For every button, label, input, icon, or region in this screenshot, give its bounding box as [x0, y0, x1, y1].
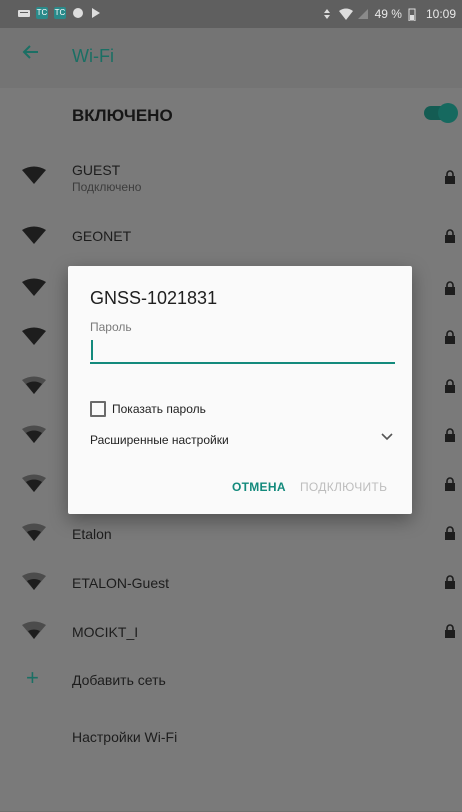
- page-title: Wi-Fi: [72, 46, 114, 66]
- battery-icon: [408, 8, 420, 22]
- data-arrows-icon: [321, 8, 333, 20]
- lock-icon: [445, 526, 455, 540]
- add-network-row[interactable]: + Добавить сеть: [0, 656, 462, 705]
- wifi-signal-icon: [338, 8, 353, 20]
- wifi-strength-icon: [22, 425, 46, 443]
- wifi-toggle-switch[interactable]: [424, 103, 458, 123]
- network-row[interactable]: GEONET: [0, 210, 462, 264]
- connect-button[interactable]: ПОДКЛЮЧИТЬ: [300, 480, 387, 494]
- show-password-checkbox[interactable]: [90, 401, 106, 417]
- network-ssid: MOCIKT_I: [72, 624, 139, 640]
- wifi-master-toggle-row[interactable]: ВКЛЮЧЕНО: [0, 88, 462, 144]
- status-bar: TC TC 49 % 10:09: [0, 0, 462, 28]
- wifi-settings-label: Настройки Wi-Fi: [72, 729, 178, 745]
- status-left-icons: TC TC: [18, 7, 102, 19]
- network-ssid: ETALON-Guest: [72, 575, 169, 591]
- lock-icon: [445, 281, 455, 295]
- lock-icon: [445, 379, 455, 393]
- network-ssid: GEONET: [72, 228, 132, 244]
- lock-icon: [445, 624, 455, 638]
- wifi-strength-icon: [22, 166, 46, 184]
- lock-icon: [445, 170, 455, 184]
- lock-icon: [445, 229, 455, 243]
- lock-icon: [445, 575, 455, 589]
- keyboard-icon: [18, 7, 30, 19]
- no-sim-icon: [357, 8, 369, 20]
- add-network-label: Добавить сеть: [72, 672, 166, 688]
- network-status: Подключено: [72, 180, 142, 194]
- tc-app-icon-2: TC: [54, 7, 66, 19]
- back-arrow-icon[interactable]: [20, 42, 44, 66]
- wifi-strength-icon: [22, 278, 46, 296]
- network-row[interactable]: Etalon: [0, 509, 462, 558]
- status-right-icons: 49 % 10:09: [321, 7, 456, 22]
- network-row[interactable]: MOCIKT_I: [0, 607, 462, 656]
- network-row[interactable]: ETALON-Guest: [0, 558, 462, 607]
- cancel-button[interactable]: ОТМЕНА: [232, 480, 286, 494]
- dialog-title: GNSS-1021831: [90, 288, 218, 308]
- wifi-strength-icon: [22, 226, 46, 244]
- wifi-strength-icon: [22, 572, 46, 590]
- wifi-strength-icon: [22, 621, 46, 639]
- lock-icon: [445, 477, 455, 491]
- lock-icon: [445, 428, 455, 442]
- tc-app-icon: TC: [36, 7, 48, 19]
- record-icon: [72, 7, 84, 19]
- network-ssid: GUEST: [72, 162, 121, 178]
- wifi-strength-icon: [22, 474, 46, 492]
- battery-percent: 49 %: [374, 7, 402, 21]
- app-bar: Wi-Fi: [0, 28, 462, 89]
- wifi-master-label: ВКЛЮЧЕНО: [72, 106, 173, 125]
- password-dialog: GNSS-1021831 Пароль Показать пароль Расш…: [68, 266, 412, 514]
- wifi-strength-icon: [22, 523, 46, 541]
- flag-icon: [90, 7, 102, 19]
- show-password-label[interactable]: Показать пароль: [112, 402, 206, 416]
- password-label: Пароль: [90, 320, 132, 334]
- text-caret: [91, 340, 93, 360]
- network-ssid: Etalon: [72, 526, 112, 542]
- network-row[interactable]: GUEST Подключено: [0, 144, 462, 210]
- toggle-knob: [438, 103, 458, 123]
- wifi-strength-icon: [22, 327, 46, 345]
- lock-icon: [445, 330, 455, 344]
- clock: 10:09: [425, 7, 456, 21]
- wifi-settings-row[interactable]: Настройки Wi-Fi: [0, 705, 462, 767]
- wifi-strength-icon: [22, 376, 46, 394]
- advanced-settings-label[interactable]: Расширенные настройки: [90, 433, 229, 447]
- chevron-down-icon[interactable]: [380, 429, 394, 443]
- password-input[interactable]: [90, 338, 395, 364]
- plus-icon: +: [26, 665, 39, 690]
